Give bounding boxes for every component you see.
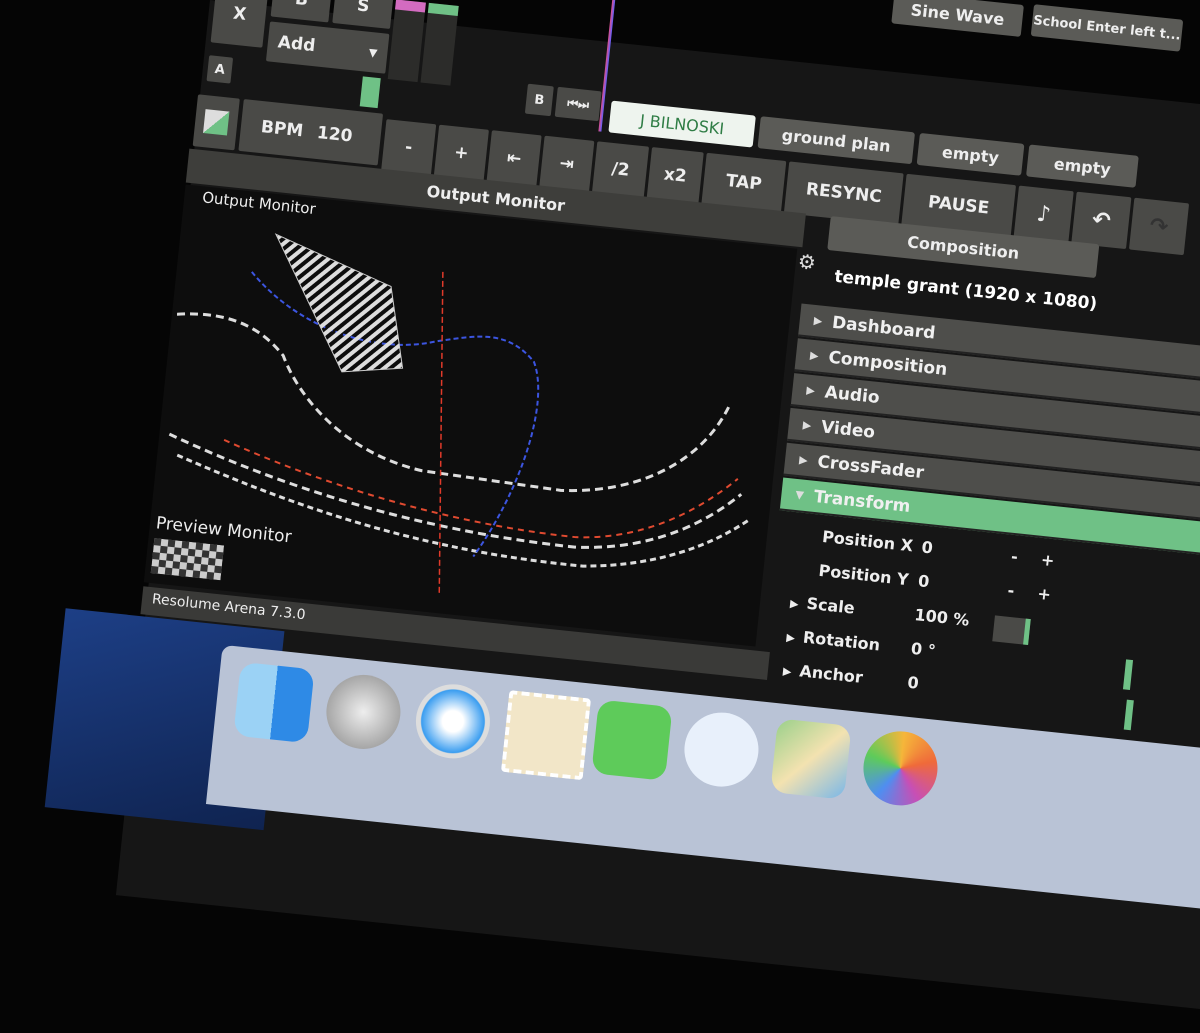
finder-icon[interactable]: [233, 661, 315, 744]
scale-slider[interactable]: [992, 615, 1031, 646]
undo-icon: ↶: [1090, 206, 1112, 234]
double-button[interactable]: x2: [646, 147, 704, 205]
layer-preview-icon: [203, 109, 230, 136]
position-y-decrease[interactable]: -: [1007, 581, 1016, 601]
expand-icon: ▶: [809, 348, 820, 363]
level-meter: [359, 76, 381, 109]
ground-plan-line: [176, 312, 733, 493]
output-monitor: Output Monitor Preview Monitor: [143, 184, 798, 647]
collapse-icon: ▼: [794, 487, 805, 502]
deck-tab-empty-2[interactable]: empty: [1026, 144, 1139, 188]
close-button[interactable]: X: [210, 0, 269, 48]
position-y-label: Position Y: [817, 560, 910, 590]
deck-tab-empty[interactable]: empty: [916, 132, 1025, 176]
redo-icon: ↷: [1148, 213, 1170, 240]
deck-tab-ground-plan[interactable]: ground plan: [757, 116, 916, 165]
scale-value[interactable]: 100 %: [914, 605, 971, 630]
position-y-increase[interactable]: +: [1037, 584, 1052, 604]
anchor-row[interactable]: ▶ Anchor: [782, 660, 864, 687]
expand-icon: ▶: [798, 453, 809, 467]
deck-tab-j-bilnoski[interactable]: J BILNOSKI: [608, 100, 756, 148]
rotation-value[interactable]: 0 °: [910, 639, 937, 660]
level-meter: [1123, 699, 1134, 731]
bpm-label: BPM: [259, 117, 305, 142]
b-button[interactable]: B: [270, 0, 333, 23]
hatched-area: [274, 233, 404, 373]
deck-tab-sine-wave[interactable]: Sine Wave: [891, 0, 1024, 37]
section-label: Video: [820, 416, 877, 443]
dock: [205, 644, 1200, 909]
position-x-label: Position X: [821, 526, 914, 556]
section-label: CrossFader: [816, 451, 925, 483]
anchor-label: Anchor: [798, 661, 864, 687]
rotation-label: Rotation: [802, 627, 881, 655]
resolume-window: X B S Add ▼ A Sine Wave School Enter left…: [44, 0, 1200, 1031]
skip-icon: ⏮⏭: [566, 95, 590, 112]
position-x-increase[interactable]: +: [1040, 550, 1055, 570]
section-label: Composition: [827, 347, 949, 380]
bpm-increase-button[interactable]: +: [433, 124, 489, 182]
halve-button[interactable]: /2: [591, 141, 650, 199]
rotation-row[interactable]: ▶ Rotation: [786, 626, 881, 655]
deck-tab-school-enter[interactable]: School Enter left t...: [1030, 4, 1184, 52]
scale-row[interactable]: ▶ Scale: [789, 592, 855, 618]
expand-icon: ▶: [813, 313, 823, 328]
redo-button[interactable]: ↷: [1128, 197, 1190, 256]
expand-icon: ▶: [785, 630, 796, 645]
ground-plan-line: [176, 453, 750, 568]
settings-gear-icon[interactable]: ⚙: [797, 249, 817, 275]
layer-strip: [387, 0, 426, 83]
anchor-value[interactable]: 0: [907, 673, 920, 693]
section-label: Audio: [823, 381, 881, 408]
maps-icon[interactable]: [770, 718, 852, 800]
nudge-forward-button[interactable]: ⇥: [539, 135, 595, 193]
metronome-button[interactable]: ♪: [1013, 185, 1074, 244]
crossfader-toggle[interactable]: [192, 94, 240, 151]
position-y-value[interactable]: 0: [917, 571, 930, 591]
expand-icon: ▶: [802, 418, 812, 433]
launchpad-icon[interactable]: [322, 671, 405, 753]
expand-icon: ▶: [805, 383, 816, 398]
mail-icon[interactable]: [500, 690, 592, 781]
b-button-2[interactable]: B: [524, 83, 554, 117]
layer-strip: [420, 2, 459, 86]
s-button[interactable]: S: [332, 0, 395, 29]
chevron-down-icon: ▼: [368, 45, 379, 60]
scale-label: Scale: [805, 593, 856, 618]
add-dropdown[interactable]: Add ▼: [265, 21, 390, 74]
center-line: [438, 271, 444, 594]
undo-button[interactable]: ↶: [1071, 191, 1132, 250]
bpm-value: 120: [315, 122, 354, 147]
add-label: Add: [276, 32, 317, 57]
photos-icon[interactable]: [859, 727, 942, 810]
messages-icon[interactable]: [680, 708, 763, 791]
output-preview-canvas: [168, 233, 750, 594]
skip-buttons[interactable]: ⏮⏭: [554, 86, 602, 122]
expand-icon: ▶: [789, 596, 800, 611]
expand-icon: ▶: [782, 664, 793, 679]
safari-icon[interactable]: [412, 680, 494, 763]
position-x-decrease[interactable]: -: [1010, 547, 1019, 567]
metronome-icon: ♪: [1035, 201, 1052, 228]
a-button[interactable]: A: [206, 55, 234, 84]
ground-plan-line: [168, 432, 743, 549]
facetime-icon[interactable]: [591, 699, 673, 781]
checkerboard-preview: [150, 538, 225, 581]
section-label: Transform: [812, 486, 912, 517]
section-label: Dashboard: [831, 312, 937, 344]
nudge-back-button[interactable]: ⇤: [486, 130, 542, 188]
bpm-decrease-button[interactable]: -: [381, 119, 437, 177]
level-meter: [1122, 659, 1134, 690]
position-x-value[interactable]: 0: [921, 537, 934, 557]
